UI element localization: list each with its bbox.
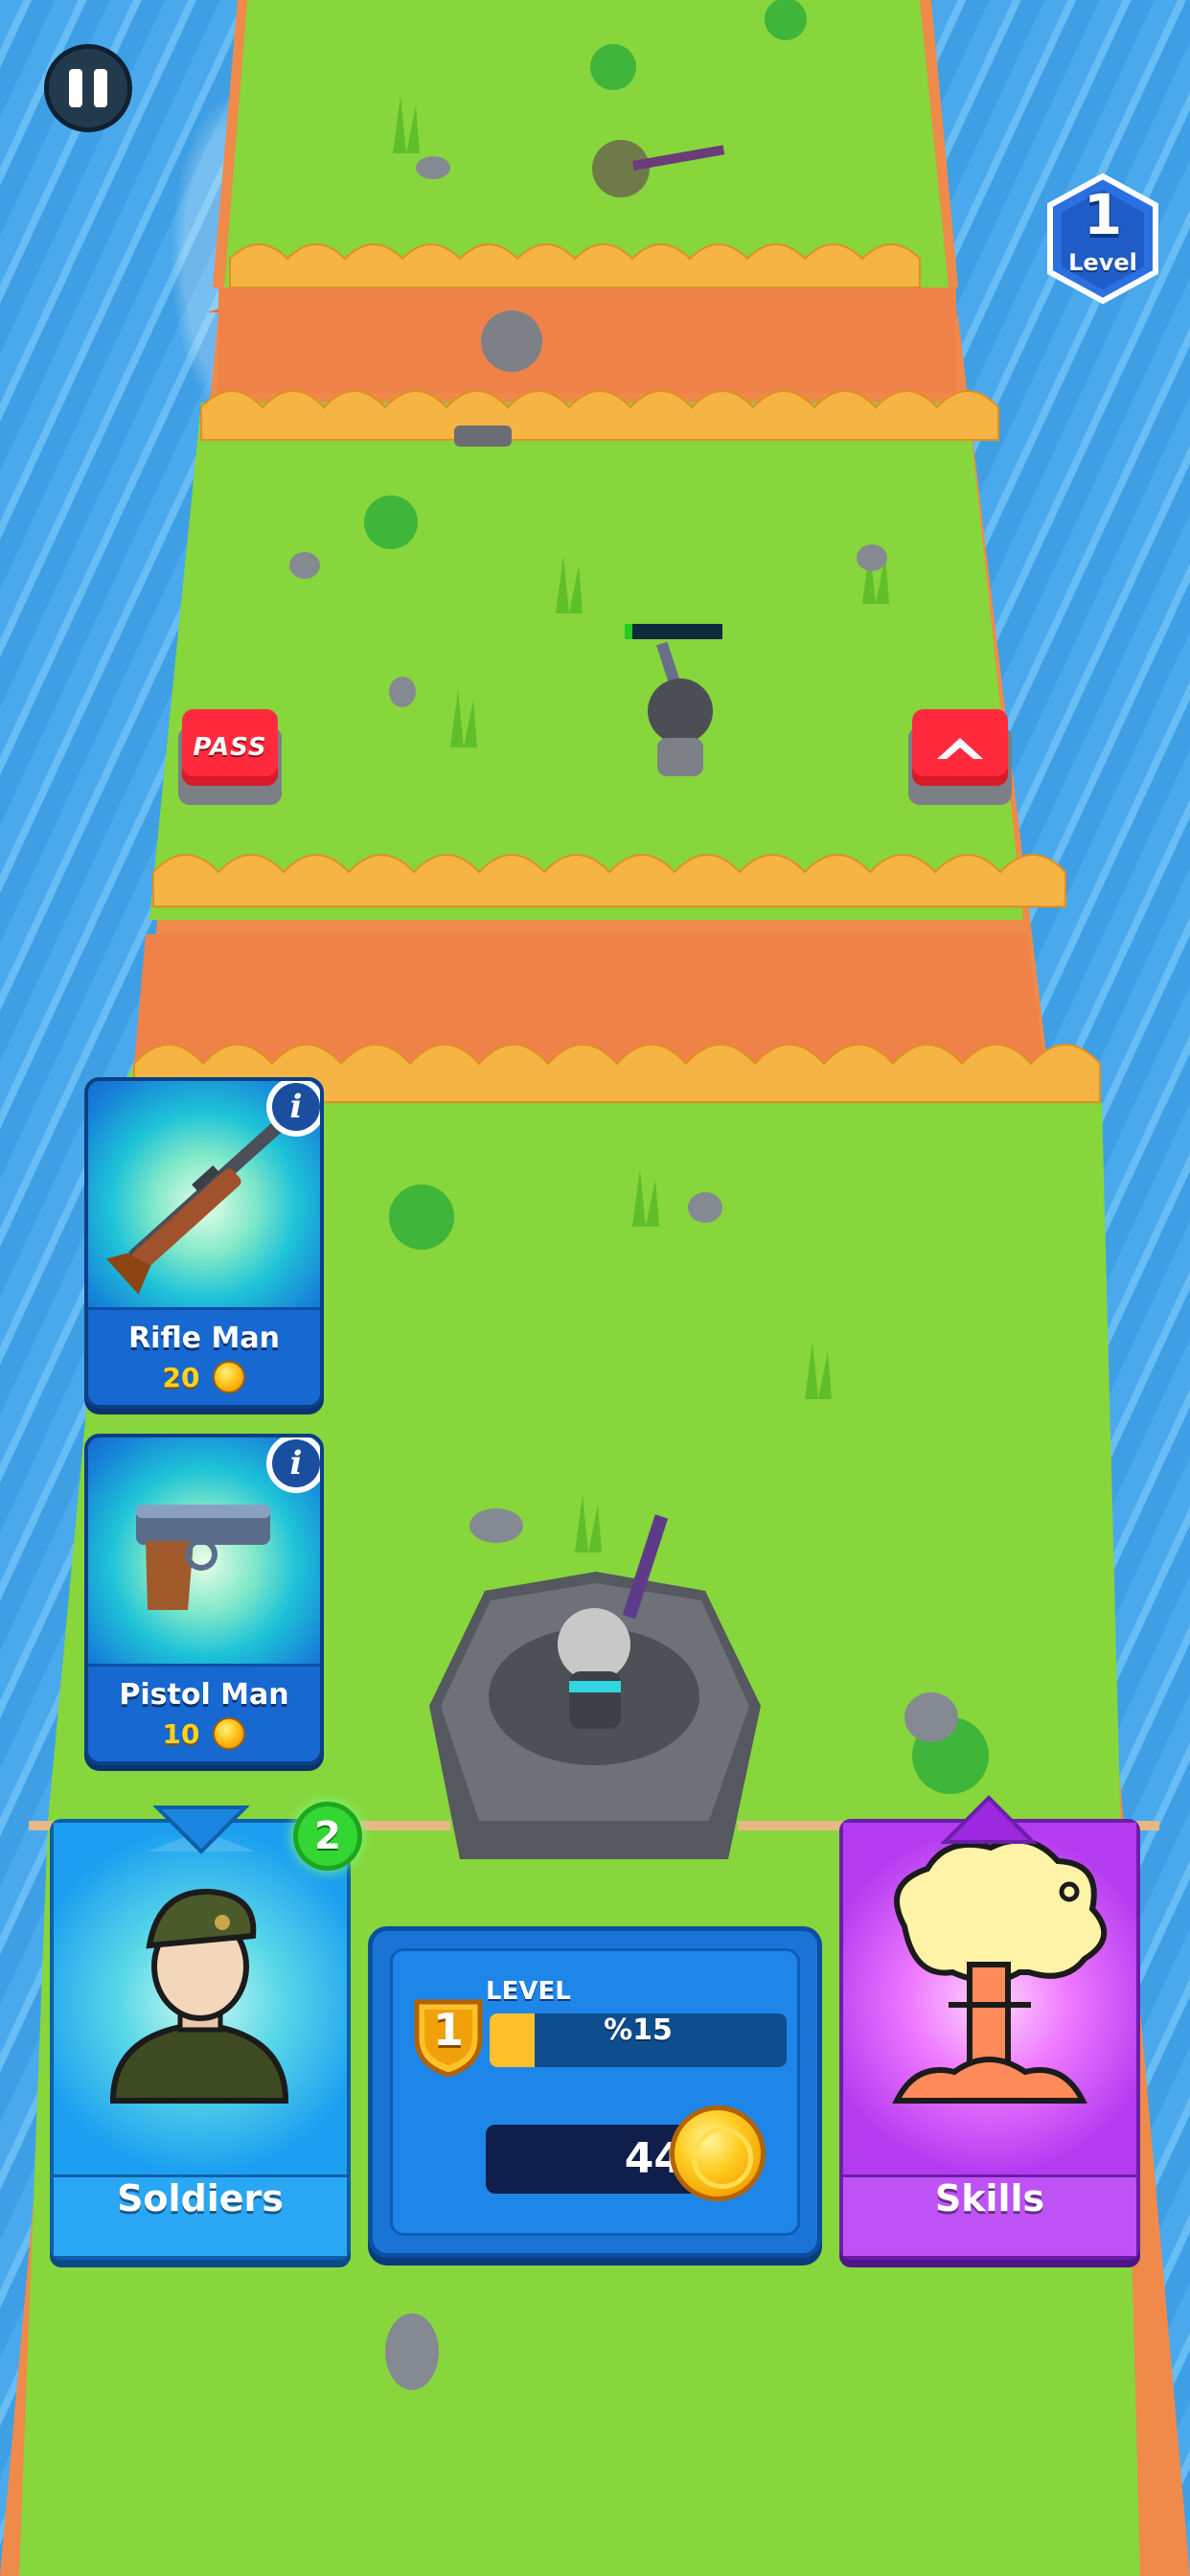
pause-button[interactable] [44, 44, 132, 132]
soldiers-count-badge: 2 [293, 1802, 362, 1871]
chevron-down-icon [153, 1806, 249, 1854]
soldier-icon [109, 1821, 289, 2104]
mushroom-cloud-icon [892, 1837, 1108, 2104]
info-icon: i [272, 1439, 320, 1487]
pass-label: PASS [193, 733, 267, 762]
info-icon: i [272, 1083, 320, 1131]
skills-label: Skills [843, 2174, 1136, 2256]
unit-cost-value: 10 [162, 1717, 200, 1750]
shield-icon: 1 [409, 1992, 488, 2078]
unit-card-rifle-man[interactable]: i Rifle Man 20 [84, 1077, 324, 1409]
level-progress-text: %15 [604, 2013, 673, 2047]
pass-button[interactable]: PASS [178, 709, 282, 805]
soldiers-button[interactable]: Soldiers [50, 1819, 351, 2260]
level-label: Level [1068, 249, 1137, 276]
unit-cost-value: 20 [162, 1361, 200, 1393]
player-level-number: 1 [432, 2004, 464, 2056]
unit-name: Rifle Man [128, 1322, 280, 1355]
chevron-up-icon [941, 1795, 1037, 1844]
pause-icon [69, 69, 82, 107]
grass-tier-middle [149, 402, 1023, 920]
info-button-pistol-man[interactable]: i [266, 1438, 320, 1493]
level-indicator: 1 Level [1044, 172, 1161, 307]
soldiers-label: Soldiers [54, 2174, 347, 2256]
unit-cost: 20 [88, 1361, 320, 1393]
level-progress-bar: %15 [490, 2013, 787, 2067]
coin-icon [213, 1717, 246, 1750]
unit-name: Pistol Man [119, 1678, 289, 1712]
level-title: LEVEL [486, 1977, 571, 2006]
level-panel: 1 LEVEL %15 44 [368, 1926, 822, 2258]
coin-icon [213, 1361, 246, 1393]
cliff-wall [218, 288, 956, 393]
skills-button[interactable]: Skills [839, 1819, 1140, 2260]
unit-card-pistol-man[interactable]: i Pistol Man 10 [84, 1434, 324, 1765]
unit-cost: 10 [88, 1717, 320, 1750]
gold-coin-icon [670, 2105, 766, 2201]
info-button-rifle-man[interactable]: i [266, 1081, 320, 1137]
chevron-up-icon [937, 738, 983, 759]
level-number: 1 [1083, 182, 1123, 247]
advance-button[interactable] [908, 709, 1012, 805]
